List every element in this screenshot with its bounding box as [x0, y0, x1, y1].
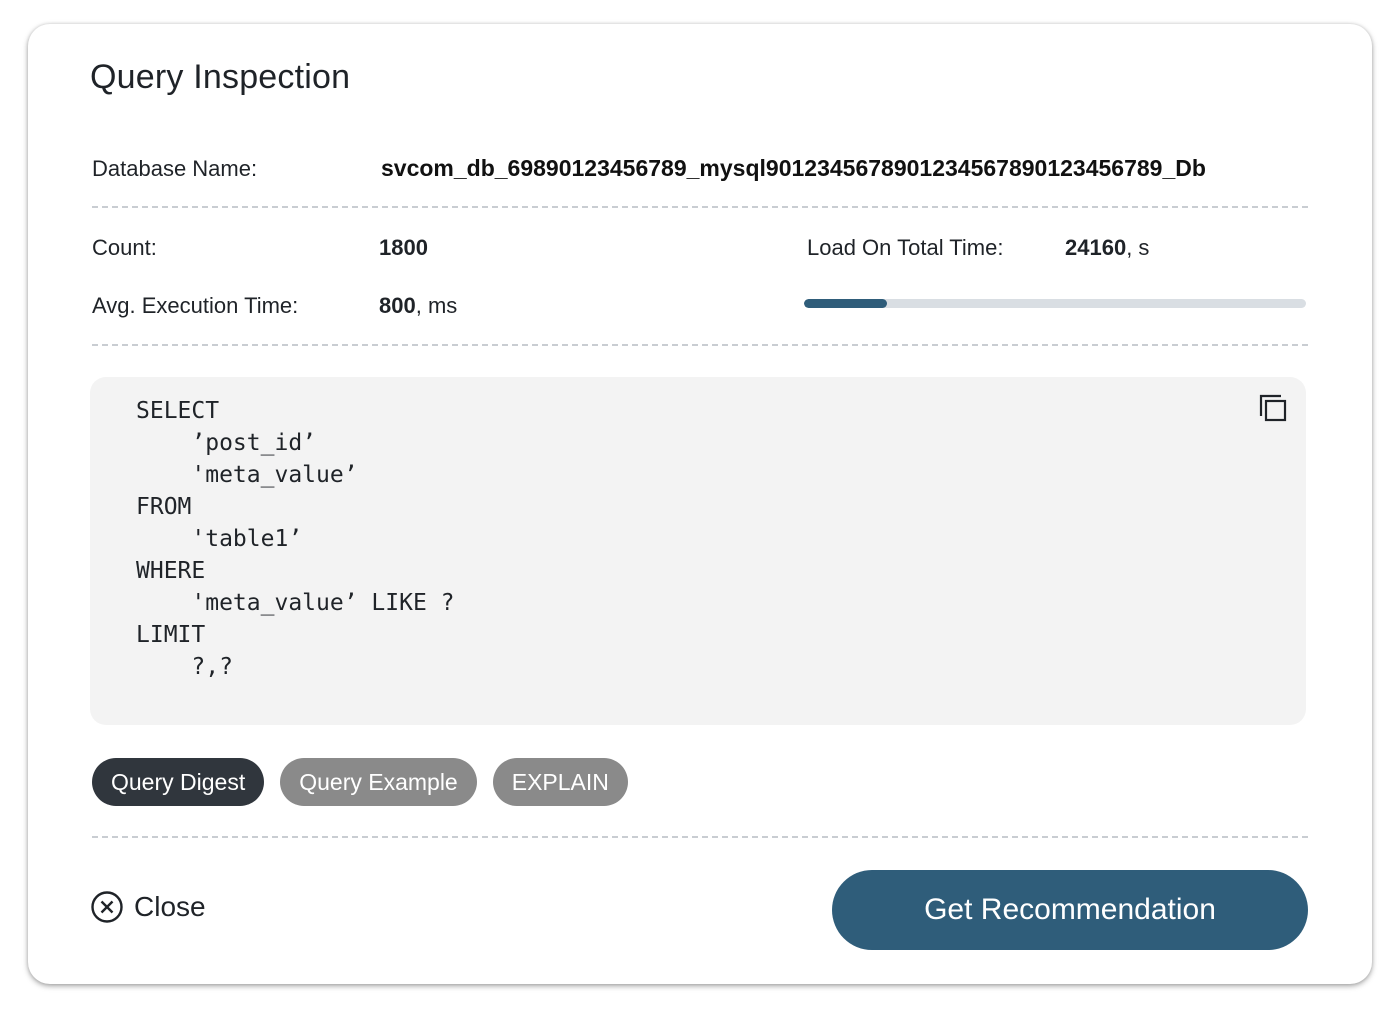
- query-inspection-dialog: Query Inspection Database Name: svcom_db…: [28, 24, 1372, 984]
- close-circle-icon: [91, 891, 123, 923]
- load-total-time-unit: , s: [1126, 235, 1150, 260]
- count-label: Count:: [92, 235, 157, 260]
- avg-execution-time-number: 800: [379, 293, 416, 318]
- load-total-time-number: 24160: [1065, 235, 1127, 260]
- get-recommendation-button[interactable]: Get Recommendation: [832, 870, 1308, 950]
- tab-explain[interactable]: EXPLAIN: [492, 758, 628, 806]
- divider-top: [92, 206, 1308, 208]
- count-number: 1800: [379, 235, 428, 260]
- close-label: Close: [134, 891, 206, 922]
- divider-bottom: [92, 836, 1308, 838]
- database-name-value: svcom_db_69890123456789_mysql90123456789…: [381, 155, 1206, 181]
- load-progress-bar: [804, 299, 1306, 308]
- query-code-block: SELECT ’post_id’ 'meta_value’ FROM 'tabl…: [90, 377, 1306, 725]
- load-total-time-value: 24160, s: [1065, 235, 1149, 261]
- count-value: 1800: [379, 235, 428, 261]
- avg-execution-time-unit: , ms: [415, 293, 458, 318]
- copy-button[interactable]: [1256, 391, 1290, 425]
- dialog-title: Query Inspection: [90, 58, 351, 96]
- load-total-time-label: Load On Total Time:: [807, 235, 1004, 260]
- avg-execution-time-label: Avg. Execution Time:: [92, 293, 299, 318]
- tab-query-example[interactable]: Query Example: [280, 758, 477, 806]
- close-button[interactable]: Close: [90, 890, 206, 924]
- avg-execution-time-value: 800, ms: [379, 293, 457, 319]
- database-name-label: Database Name:: [92, 156, 258, 181]
- divider-middle: [92, 344, 1308, 346]
- tab-query-digest[interactable]: Query Digest: [92, 758, 265, 806]
- load-progress-fill: [804, 299, 887, 308]
- query-text: SELECT ’post_id’ 'meta_value’ FROM 'tabl…: [136, 398, 455, 680]
- copy-icon: [1259, 394, 1287, 422]
- query-view-tabs: Query Digest Query Example EXPLAIN: [92, 758, 628, 806]
